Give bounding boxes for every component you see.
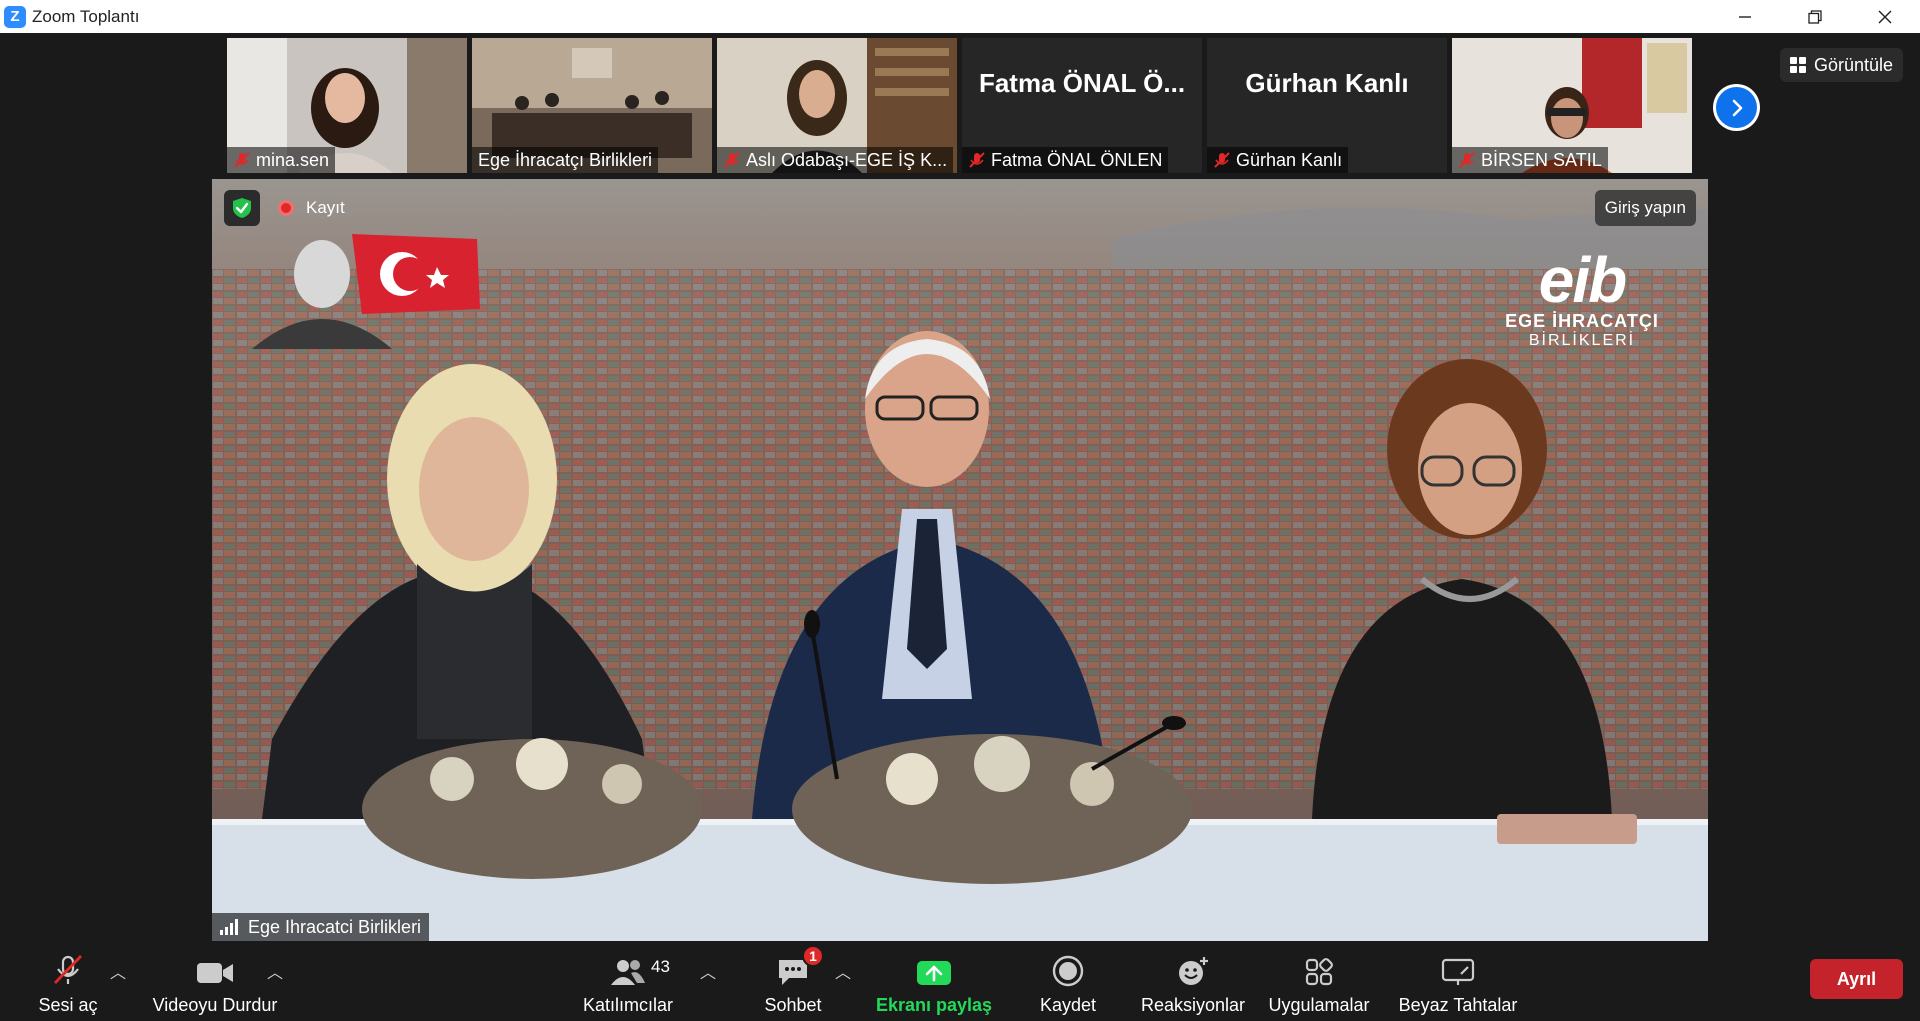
chat-button[interactable]: 1 Sohbet bbox=[760, 941, 826, 1021]
mic-muted-icon bbox=[1214, 152, 1230, 168]
apps-label: Uygulamalar bbox=[1268, 995, 1370, 1015]
record-button[interactable]: Kaydet bbox=[1030, 941, 1106, 1021]
apps-icon bbox=[1305, 958, 1333, 986]
emoji-reaction-icon bbox=[1179, 957, 1208, 985]
whiteboards-label: Beyaz Tahtalar bbox=[1398, 995, 1518, 1015]
record-icon bbox=[1052, 955, 1084, 987]
restore-button[interactable] bbox=[1780, 0, 1850, 33]
eib-logo-line1: EGE İHRACATÇI bbox=[1505, 311, 1659, 331]
eib-logo-line2: BİRLİKLERİ bbox=[1528, 332, 1636, 349]
main-video[interactable]: eib EGE İHRACATÇI BİRLİKLERİ Kayıt Giriş… bbox=[212, 179, 1708, 941]
record-label: Kaydet bbox=[1039, 995, 1097, 1015]
participant-name-label: mina.sen bbox=[227, 147, 336, 173]
zoom-logo-icon: Z bbox=[4, 5, 26, 28]
participant-name-label: Gürhan Kanlı bbox=[1207, 147, 1349, 173]
participant-gallery: mina.sen Ege İhracatçı Birlikleri Aslı O… bbox=[0, 33, 1920, 176]
participant-name-label: Aslı Odabaşı-EGE İŞ K... bbox=[717, 147, 954, 173]
stop-video-button[interactable]: Videoyu Durdur bbox=[147, 941, 283, 1021]
participant-tile[interactable]: Aslı Odabaşı-EGE İŞ K... bbox=[717, 38, 957, 173]
connection-signal-icon bbox=[220, 919, 240, 935]
window-controls bbox=[1710, 0, 1920, 33]
video-options-caret-icon[interactable]: ︿ bbox=[267, 959, 283, 983]
window-title: Zoom Toplantı bbox=[32, 6, 140, 26]
audio-options-caret-icon[interactable]: ︿ bbox=[110, 959, 126, 983]
grid-icon bbox=[1790, 57, 1806, 73]
participant-tile[interactable]: Ege İhracatçı Birlikleri bbox=[472, 38, 712, 173]
participant-name: Gürhan Kanlı bbox=[1236, 149, 1343, 170]
unmute-label: Sesi aç bbox=[38, 995, 98, 1015]
meeting-toolbar: Sesi aç ︿ Videoyu Durdur ︿ 43 Katılımcıl… bbox=[0, 941, 1920, 1021]
participant-display-name: Gürhan Kanlı bbox=[1245, 68, 1409, 98]
eib-logo-mark: eib bbox=[1538, 244, 1627, 316]
chevron-right-icon bbox=[1732, 99, 1742, 116]
share-screen-label: Ekranı paylaş bbox=[875, 995, 993, 1015]
participant-tile[interactable]: Gürhan Kanlı Gürhan Kanlı bbox=[1207, 38, 1447, 173]
recording-indicator[interactable]: Kayıt bbox=[278, 193, 345, 223]
next-page-button[interactable] bbox=[1713, 84, 1760, 131]
speaker-name-label: Ege Ihracatci Birlikleri bbox=[212, 913, 430, 941]
sign-in-button[interactable]: Giriş yapın bbox=[1594, 190, 1696, 226]
minimize-button[interactable] bbox=[1710, 0, 1780, 33]
participant-name: BİRSEN SATIL bbox=[1481, 149, 1602, 170]
whiteboards-button[interactable]: Beyaz Tahtalar bbox=[1398, 941, 1518, 1021]
participant-tile[interactable]: BİRSEN SATIL bbox=[1452, 38, 1692, 173]
participant-name: Aslı Odabaşı-EGE İŞ K... bbox=[746, 149, 948, 170]
mic-muted-icon bbox=[724, 152, 740, 168]
participant-name-label: BİRSEN SATIL bbox=[1452, 147, 1608, 173]
participant-tile[interactable]: mina.sen bbox=[227, 38, 467, 173]
view-button-label: Görüntüle bbox=[1814, 54, 1894, 75]
share-screen-icon bbox=[917, 961, 951, 985]
title-bar: Z Zoom Toplantı bbox=[0, 0, 1920, 33]
mic-muted-icon bbox=[969, 152, 985, 168]
restore-icon bbox=[1808, 9, 1822, 24]
participants-count: 43 bbox=[651, 957, 670, 976]
participant-tile[interactable]: Fatma ÖNAL Ö... Fatma ÖNAL ÖNLEN bbox=[962, 38, 1202, 173]
eib-logo: eib EGE İHRACATÇI BİRLİKLERİ bbox=[1502, 244, 1662, 350]
participants-options-caret-icon[interactable]: ︿ bbox=[700, 959, 716, 983]
video-camera-icon bbox=[197, 963, 233, 983]
speaker-name: Ege Ihracatci Birlikleri bbox=[248, 916, 422, 937]
participant-name-label: Ege İhracatçı Birlikleri bbox=[472, 147, 659, 173]
participant-name-label: Fatma ÖNAL ÖNLEN bbox=[962, 147, 1169, 173]
leave-meeting-button[interactable]: Ayrıl bbox=[1810, 959, 1903, 999]
reactions-button[interactable]: Reaksiyonlar bbox=[1135, 941, 1251, 1021]
unmute-button[interactable]: Sesi aç bbox=[38, 941, 98, 1021]
view-button[interactable]: Görüntüle bbox=[1780, 48, 1904, 82]
mic-muted-icon bbox=[234, 152, 250, 168]
participants-icon bbox=[611, 960, 645, 985]
chat-options-caret-icon[interactable]: ︿ bbox=[835, 959, 851, 983]
close-button[interactable] bbox=[1850, 0, 1920, 33]
participant-name: mina.sen bbox=[256, 149, 330, 170]
share-screen-button[interactable]: Ekranı paylaş bbox=[876, 941, 992, 1021]
participant-name: Fatma ÖNAL ÖNLEN bbox=[991, 149, 1163, 170]
reactions-label: Reaksiyonlar bbox=[1140, 995, 1246, 1015]
minimize-icon bbox=[1739, 15, 1751, 18]
apps-button[interactable]: Uygulamalar bbox=[1266, 941, 1372, 1021]
stop-video-label: Videoyu Durdur bbox=[152, 995, 278, 1015]
security-shield-button[interactable] bbox=[224, 190, 260, 226]
shield-check-icon bbox=[233, 198, 251, 218]
participant-display-name: Fatma ÖNAL Ö... bbox=[978, 68, 1186, 98]
speaker-video bbox=[212, 179, 1708, 941]
whiteboard-icon bbox=[1441, 958, 1475, 985]
participants-label: Katılımcılar bbox=[582, 995, 674, 1015]
mic-muted-icon bbox=[53, 955, 83, 984]
recording-label: Kayıt bbox=[306, 198, 345, 217]
chat-label: Sohbet bbox=[764, 995, 822, 1015]
close-icon bbox=[1878, 10, 1892, 23]
record-dot-icon bbox=[278, 200, 294, 216]
participant-name: Ege İhracatçı Birlikleri bbox=[478, 149, 653, 170]
chat-unread-badge: 1 bbox=[802, 945, 824, 967]
mic-muted-icon bbox=[1459, 152, 1475, 168]
participants-button[interactable]: 43 Katılımcılar bbox=[580, 941, 676, 1021]
